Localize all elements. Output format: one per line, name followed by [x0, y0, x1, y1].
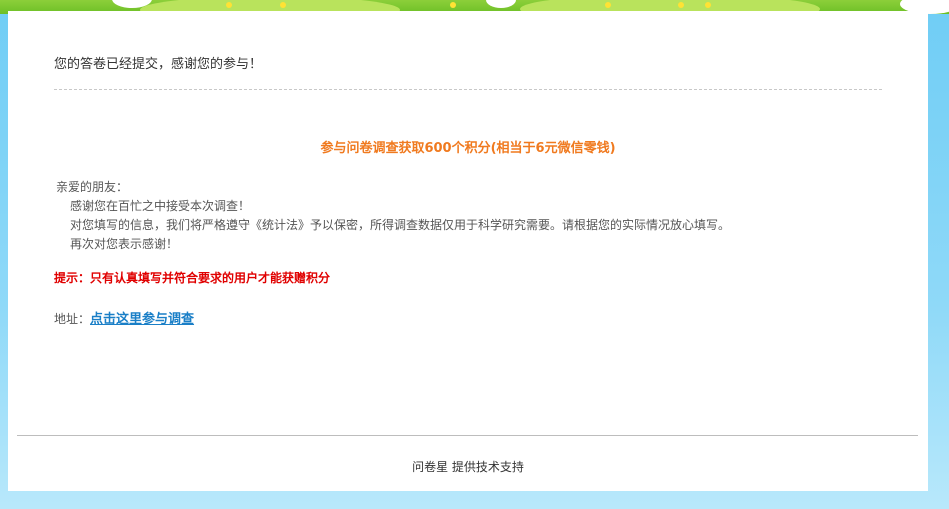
flower-icon	[226, 2, 232, 8]
content-card: 您的答卷已经提交，感谢您的参与！ 参与问卷调查获取600个积分(相当于6元微信零…	[8, 11, 928, 491]
submission-message: 您的答卷已经提交，感谢您的参与！	[54, 57, 263, 72]
paragraph: 再次对您表示感谢！	[70, 237, 179, 251]
headline: 参与问卷调查获取600个积分(相当于6元微信零钱)	[320, 141, 616, 156]
address-label: 地址：	[54, 312, 91, 326]
divider	[54, 89, 882, 90]
footer-divider	[17, 435, 918, 436]
flower-icon	[450, 2, 456, 8]
flower-icon	[280, 2, 286, 8]
flower-icon	[678, 2, 684, 8]
footer-credit: 问卷星 提供技术支持	[412, 460, 524, 474]
flower-icon	[605, 2, 611, 8]
greeting: 亲爱的朋友：	[56, 180, 129, 194]
flower-icon	[705, 2, 711, 8]
tip-text: 提示：只有认真填写并符合要求的用户才能获赠积分	[54, 271, 331, 285]
letter-body: 亲爱的朋友： 感谢您在百忙之中接受本次调查！ 对您填写的信息，我们将严格遵守《统…	[56, 178, 730, 254]
paragraph: 感谢您在百忙之中接受本次调查！	[70, 199, 251, 213]
paragraph: 对您填写的信息，我们将严格遵守《统计法》予以保密，所得调查数据仅用于科学研究需要…	[70, 218, 731, 232]
survey-link[interactable]: 点击这里参与调查	[90, 312, 194, 327]
address-row: 地址：点击这里参与调查	[54, 308, 194, 327]
